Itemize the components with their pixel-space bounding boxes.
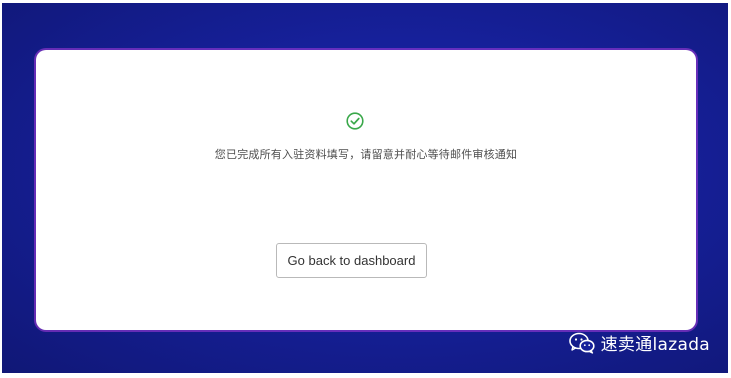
- screenshot-frame: 您已完成所有入驻资料填写，请留意并耐心等待邮件审核通知 Go back to d…: [0, 0, 731, 378]
- check-circle-icon: [346, 112, 364, 130]
- completion-message: 您已完成所有入驻资料填写，请留意并耐心等待邮件审核通知: [214, 148, 518, 161]
- watermark: 速卖通lazada: [568, 330, 710, 355]
- watermark-text: 速卖通lazada: [600, 335, 710, 355]
- completion-card: 您已完成所有入驻资料填写，请留意并耐心等待邮件审核通知 Go back to d…: [36, 50, 696, 330]
- back-to-dashboard-button[interactable]: Go back to dashboard: [276, 243, 427, 278]
- wechat-icon: [568, 332, 595, 354]
- page-background: 您已完成所有入驻资料填写，请留意并耐心等待邮件审核通知 Go back to d…: [2, 3, 728, 373]
